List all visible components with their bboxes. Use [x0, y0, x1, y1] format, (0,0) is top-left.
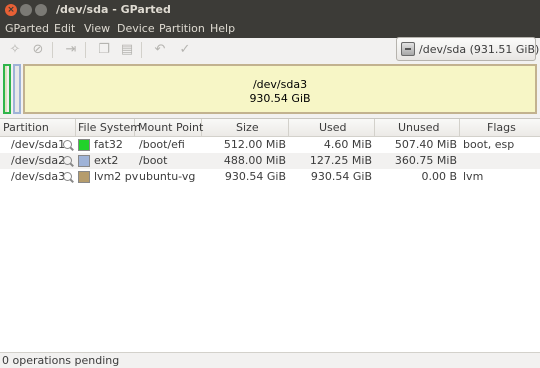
- table-header: Partition File System Mount Point Size U…: [0, 119, 540, 137]
- filesystem-color-swatch: [78, 155, 90, 167]
- minimize-window-button[interactable]: [20, 4, 32, 16]
- cell-mount-point: ubuntu-vg: [139, 170, 196, 183]
- cell-partition: /dev/sda3: [11, 170, 66, 183]
- partition-block-name: /dev/sda3: [252, 78, 308, 91]
- filesystem-color-swatch: [78, 171, 90, 183]
- new-icon: ✧: [9, 42, 21, 57]
- cell-used: 930.54 GiB: [310, 170, 372, 183]
- close-window-button[interactable]: ×: [5, 4, 17, 16]
- close-icon: ×: [7, 5, 15, 15]
- table-row[interactable]: /dev/sda1 fat32 /boot/efi 512.00 MiB 4.6…: [0, 137, 540, 153]
- menu-gparted[interactable]: GParted: [5, 22, 49, 35]
- status-bar: 0 operations pending: [0, 352, 540, 368]
- info-icon: [63, 172, 72, 181]
- cell-unused: 0.00 B: [421, 170, 457, 183]
- toolbar-separator: [52, 42, 53, 58]
- new-partition-button[interactable]: ✧: [6, 41, 24, 59]
- column-header-used[interactable]: Used: [289, 119, 375, 137]
- apply-button[interactable]: ✓: [176, 41, 194, 59]
- partition-table: Partition File System Mount Point Size U…: [0, 118, 540, 352]
- resize-move-button[interactable]: ⇥: [62, 41, 80, 59]
- cell-unused: 507.40 MiB: [394, 138, 457, 151]
- cell-mount-point: /boot: [139, 154, 168, 167]
- paste-icon: ▤: [120, 42, 134, 57]
- undo-button[interactable]: ↶: [151, 41, 169, 59]
- disk-map: /dev/sda3 930.54 GiB: [0, 63, 540, 117]
- column-header-mount-point[interactable]: Mount Point: [135, 119, 203, 137]
- harddisk-icon: [401, 42, 415, 56]
- cell-partition: /dev/sda2: [11, 154, 66, 167]
- window-title: /dev/sda - GParted: [56, 3, 171, 16]
- filesystem-color-swatch: [78, 139, 90, 151]
- cell-used: 127.25 MiB: [309, 154, 372, 167]
- partition-block-sda1[interactable]: [3, 64, 11, 114]
- cell-flags: lvm: [463, 170, 484, 183]
- undo-icon: ↶: [154, 42, 166, 57]
- menu-edit[interactable]: Edit: [54, 22, 75, 35]
- cell-mount-point: /boot/efi: [139, 138, 185, 151]
- device-selector[interactable]: /dev/sda (931.51 GiB): [396, 37, 540, 61]
- title-bar: × /dev/sda - GParted: [0, 0, 540, 20]
- menu-device[interactable]: Device: [117, 22, 155, 35]
- table-row[interactable]: /dev/sda2 ext2 /boot 488.00 MiB 127.25 M…: [0, 153, 540, 169]
- table-row[interactable]: /dev/sda3 lvm2 pv ubuntu-vg 930.54 GiB 9…: [0, 169, 540, 185]
- menu-view[interactable]: View: [84, 22, 110, 35]
- menu-bar: GParted Edit View Device Partition Help: [0, 20, 540, 38]
- partition-block-sda3[interactable]: /dev/sda3 930.54 GiB: [23, 64, 537, 114]
- copy-icon: ❐: [98, 42, 110, 57]
- status-text: 0 operations pending: [2, 354, 120, 367]
- column-header-size[interactable]: Size: [202, 119, 289, 137]
- cell-size: 512.00 MiB: [223, 138, 286, 151]
- toolbar-separator: [85, 42, 86, 58]
- cell-file-system: fat32: [94, 138, 123, 151]
- menu-help[interactable]: Help: [210, 22, 235, 35]
- column-header-file-system[interactable]: File System: [76, 119, 141, 137]
- toolbar-separator: [141, 42, 142, 58]
- menu-partition[interactable]: Partition: [159, 22, 205, 35]
- apply-icon: ✓: [179, 42, 191, 57]
- cell-used: 4.60 MiB: [323, 138, 372, 151]
- cell-file-system: lvm2 pv: [94, 170, 139, 183]
- partition-block-size: 930.54 GiB: [249, 92, 311, 105]
- info-icon: [63, 140, 72, 149]
- copy-button[interactable]: ❐: [95, 41, 113, 59]
- cell-size: 930.54 GiB: [224, 170, 286, 183]
- delete-icon: ⊘: [32, 42, 44, 57]
- cell-partition: /dev/sda1: [11, 138, 66, 151]
- cell-unused: 360.75 MiB: [394, 154, 457, 167]
- info-icon: [63, 156, 72, 165]
- column-header-partition[interactable]: Partition: [0, 119, 76, 137]
- column-header-flags[interactable]: Flags: [460, 119, 540, 137]
- device-label: /dev/sda (931.51 GiB): [419, 43, 540, 56]
- cell-flags: boot, esp: [463, 138, 515, 151]
- paste-button[interactable]: ▤: [118, 41, 136, 59]
- resize-move-icon: ⇥: [65, 42, 77, 57]
- cell-file-system: ext2: [94, 154, 119, 167]
- delete-partition-button[interactable]: ⊘: [29, 41, 47, 59]
- cell-size: 488.00 MiB: [223, 154, 286, 167]
- partition-block-sda2[interactable]: [13, 64, 21, 114]
- column-header-unused[interactable]: Unused: [375, 119, 460, 137]
- maximize-window-button[interactable]: [35, 4, 47, 16]
